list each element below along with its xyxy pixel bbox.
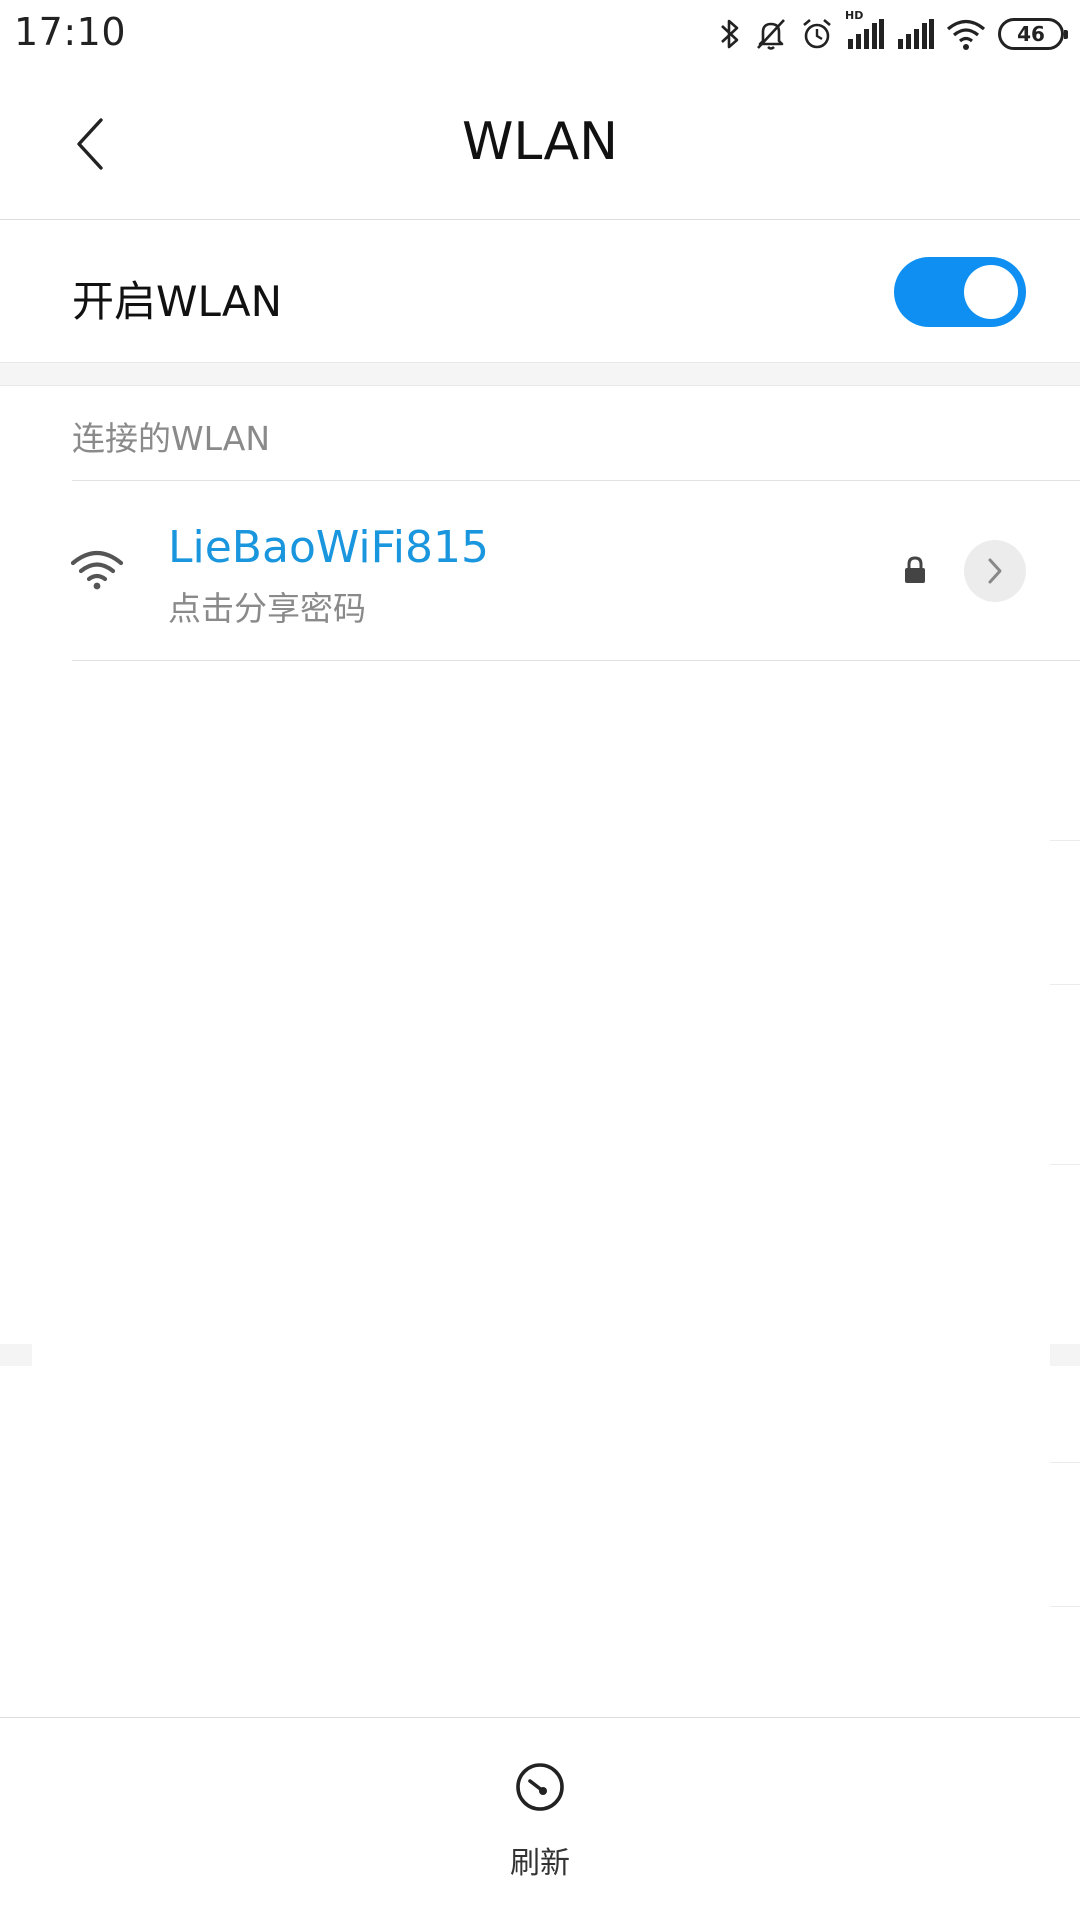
refresh-label: 刷新 [510, 1846, 570, 1881]
status-time: 17:10 [14, 10, 127, 54]
wlan-toggle-switch[interactable] [894, 257, 1026, 327]
signal-icon [896, 19, 934, 49]
hd-signal-icon: HD [845, 9, 884, 49]
alarm-icon [800, 17, 834, 51]
hd-label: HD [845, 9, 864, 22]
toggle-knob [964, 265, 1018, 319]
ghost-divider [1050, 984, 1080, 985]
ghost-band [0, 1344, 32, 1366]
header: WLAN [0, 68, 1080, 220]
lock-icon [903, 556, 927, 588]
section-header-connected: 连接的WLAN [72, 419, 271, 458]
ghost-band [1050, 1344, 1080, 1366]
wlan-toggle-label: 开启WLAN [72, 277, 283, 326]
page-title: WLAN [461, 112, 619, 172]
battery-indicator: 46 [998, 18, 1068, 50]
wlan-toggle-row[interactable]: 开启WLAN [0, 220, 1080, 362]
network-detail-button[interactable] [964, 540, 1026, 602]
ghost-divider [1050, 1462, 1080, 1463]
ghost-divider [1050, 1606, 1080, 1607]
mute-icon [754, 17, 788, 51]
bluetooth-icon [718, 17, 742, 51]
refresh-icon [513, 1760, 567, 1818]
wifi-status-icon [946, 17, 986, 51]
status-icons: HD 46 [718, 9, 1068, 56]
status-bar: 17:10 HD 46 [0, 0, 1080, 68]
network-subtitle: 点击分享密码 [168, 589, 366, 628]
battery-level: 46 [1017, 22, 1045, 46]
chevron-right-icon [988, 558, 1002, 584]
wifi-signal-icon [70, 549, 124, 595]
network-name: LieBaoWiFi815 [168, 522, 489, 573]
ghost-divider [1050, 1164, 1080, 1165]
divider [72, 480, 1080, 481]
network-list-item[interactable]: LieBaoWiFi815 点击分享密码 [0, 482, 1080, 660]
section-separator [0, 362, 1080, 386]
divider [72, 660, 1080, 661]
bottom-bar: 刷新 [0, 1717, 1080, 1920]
ghost-divider [1050, 840, 1080, 841]
refresh-button[interactable]: 刷新 [480, 1760, 600, 1881]
